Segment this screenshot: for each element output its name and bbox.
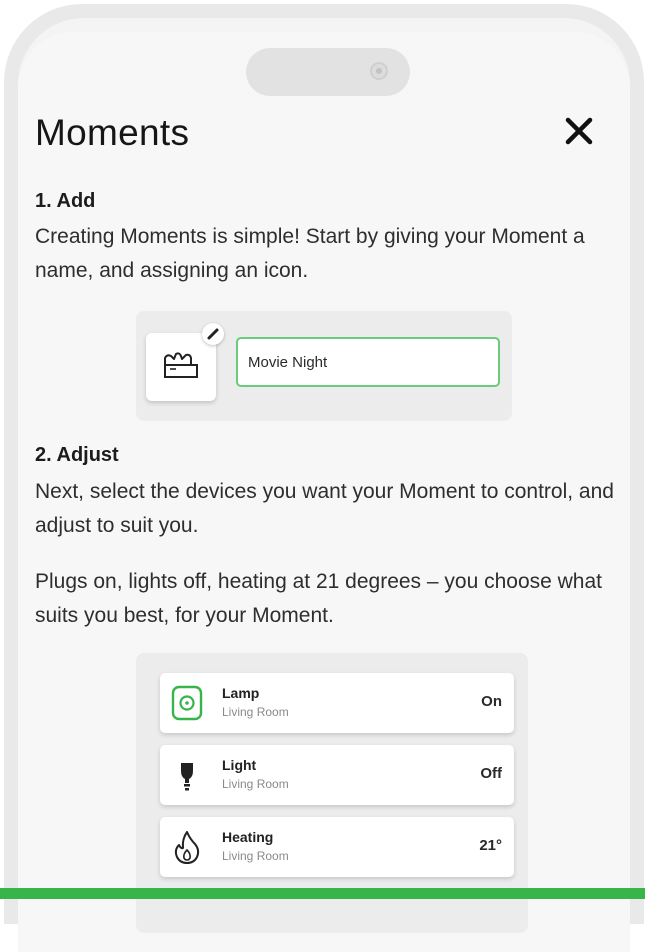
accent-bar bbox=[0, 888, 645, 899]
add-preview-card bbox=[136, 311, 512, 421]
close-icon bbox=[565, 117, 593, 145]
device-row-heating[interactable]: Heating Living Room 21° bbox=[160, 817, 514, 877]
moment-name-input[interactable] bbox=[236, 337, 500, 387]
pencil-icon bbox=[207, 328, 219, 340]
edit-icon-button[interactable] bbox=[202, 323, 224, 345]
add-description: Creating Moments is simple! Start by giv… bbox=[35, 225, 585, 282]
flame-icon bbox=[174, 831, 200, 864]
device-state: Off bbox=[480, 765, 502, 782]
device-room: Living Room bbox=[222, 705, 289, 719]
adjust-heading: 2. Adjust bbox=[35, 444, 119, 466]
adjust-note: Plugs on, lights off, heating at 21 degr… bbox=[35, 570, 602, 627]
device-row-lamp[interactable]: Lamp Living Room On bbox=[160, 673, 514, 733]
adjust-description: Next, select the devices you want your M… bbox=[35, 480, 614, 537]
phone-frame: Moments 1. Add Creating Moments is simpl… bbox=[4, 4, 644, 952]
plug-icon bbox=[171, 685, 203, 721]
page-title: Moments bbox=[35, 112, 190, 153]
device-name: Heating bbox=[222, 829, 274, 845]
dynamic-island bbox=[246, 48, 410, 96]
device-room: Living Room bbox=[222, 849, 289, 863]
device-state: 21° bbox=[479, 837, 502, 854]
add-heading: 1. Add bbox=[35, 190, 96, 212]
close-button[interactable] bbox=[558, 110, 602, 154]
device-name: Light bbox=[222, 757, 257, 773]
device-state: On bbox=[481, 693, 502, 710]
device-row-light[interactable]: Light Living Room Off bbox=[160, 745, 514, 805]
bulb-icon bbox=[181, 763, 193, 791]
phone-bezel: Moments 1. Add Creating Moments is simpl… bbox=[18, 18, 630, 952]
moment-icon-tile[interactable] bbox=[146, 323, 224, 401]
device-room: Living Room bbox=[222, 777, 289, 791]
camera-icon bbox=[370, 62, 388, 80]
screen: Moments 1. Add Creating Moments is simpl… bbox=[18, 32, 630, 952]
device-name: Lamp bbox=[222, 685, 260, 701]
